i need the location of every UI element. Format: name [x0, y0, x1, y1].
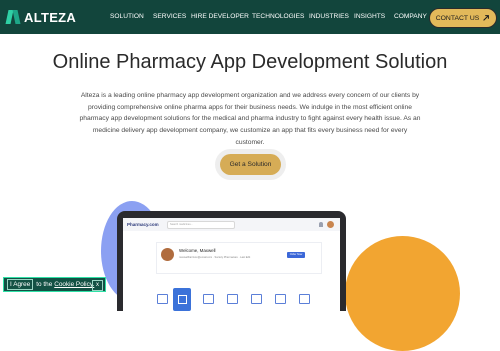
- nav-item-industries[interactable]: INDUSTRIES: [309, 13, 349, 20]
- pill-icon: [157, 294, 168, 304]
- nav-item-solution[interactable]: SOLUTION: [110, 13, 144, 20]
- mockup-brand: Pharmacy.com: [127, 222, 159, 227]
- mockup-action-button: Order Now: [287, 252, 305, 258]
- profile-subtext: maxwellharrison@email.com · Society Phar…: [179, 256, 251, 259]
- bell-icon: [319, 222, 323, 227]
- get-a-solution-label: Get a Solution: [229, 161, 272, 168]
- chart-icon: [251, 294, 262, 304]
- avatar: [327, 221, 334, 228]
- mockup-welcome-card: Welcome, Maxwell maxwellharrison@email.c…: [156, 242, 322, 274]
- top-navbar: ALTEZA SOLUTION SERVICES HIRE DEVELOPER …: [0, 0, 500, 34]
- document-icon: [203, 294, 214, 304]
- logo[interactable]: ALTEZA: [5, 8, 77, 26]
- nav-item-insights[interactable]: INSIGHTS: [354, 13, 385, 20]
- close-icon[interactable]: x: [92, 280, 103, 291]
- contact-us-label: CONTACT US: [435, 14, 480, 22]
- nav-item-hire-developer[interactable]: HIRE DEVELOPER: [191, 13, 249, 20]
- contact-us-button[interactable]: CONTACT US: [429, 8, 497, 28]
- decorative-orange-circle: [345, 236, 460, 351]
- cookie-policy-link[interactable]: Cookie Policy.: [54, 281, 94, 288]
- hero-description: Alteza is a leading online pharmacy app …: [79, 92, 421, 146]
- cookie-text: to the: [36, 281, 53, 288]
- arrow-up-right-icon: [483, 15, 490, 21]
- clinic-icon: [275, 294, 286, 304]
- profile-avatar: [161, 248, 174, 261]
- brand-name: ALTEZA: [24, 9, 77, 25]
- nav-item-technologies[interactable]: TECHNOLOGIES: [252, 13, 304, 20]
- calendar-icon: [227, 294, 238, 304]
- report-icon: [299, 294, 310, 304]
- mockup-header: Pharmacy.com Search medicines...: [123, 218, 340, 231]
- welcome-text: Welcome, Maxwell: [179, 248, 216, 253]
- cookie-agree-button[interactable]: I Agree: [7, 279, 34, 290]
- laptop-mockup: Pharmacy.com Search medicines... Welcome…: [117, 211, 346, 311]
- nav-item-services[interactable]: SERVICES: [153, 13, 186, 20]
- mockup-search-bar: Search medicines...: [167, 221, 235, 229]
- cookie-banner: I Agree to the Cookie Policy. x: [3, 277, 106, 292]
- nav-item-company[interactable]: COMPANY: [394, 13, 427, 20]
- laptop-screen: Pharmacy.com Search medicines... Welcome…: [123, 218, 340, 311]
- get-a-solution-button[interactable]: Get a Solution: [220, 154, 281, 175]
- page-title: Online Pharmacy App Development Solution: [52, 51, 448, 73]
- logo-mark-icon: [5, 8, 22, 26]
